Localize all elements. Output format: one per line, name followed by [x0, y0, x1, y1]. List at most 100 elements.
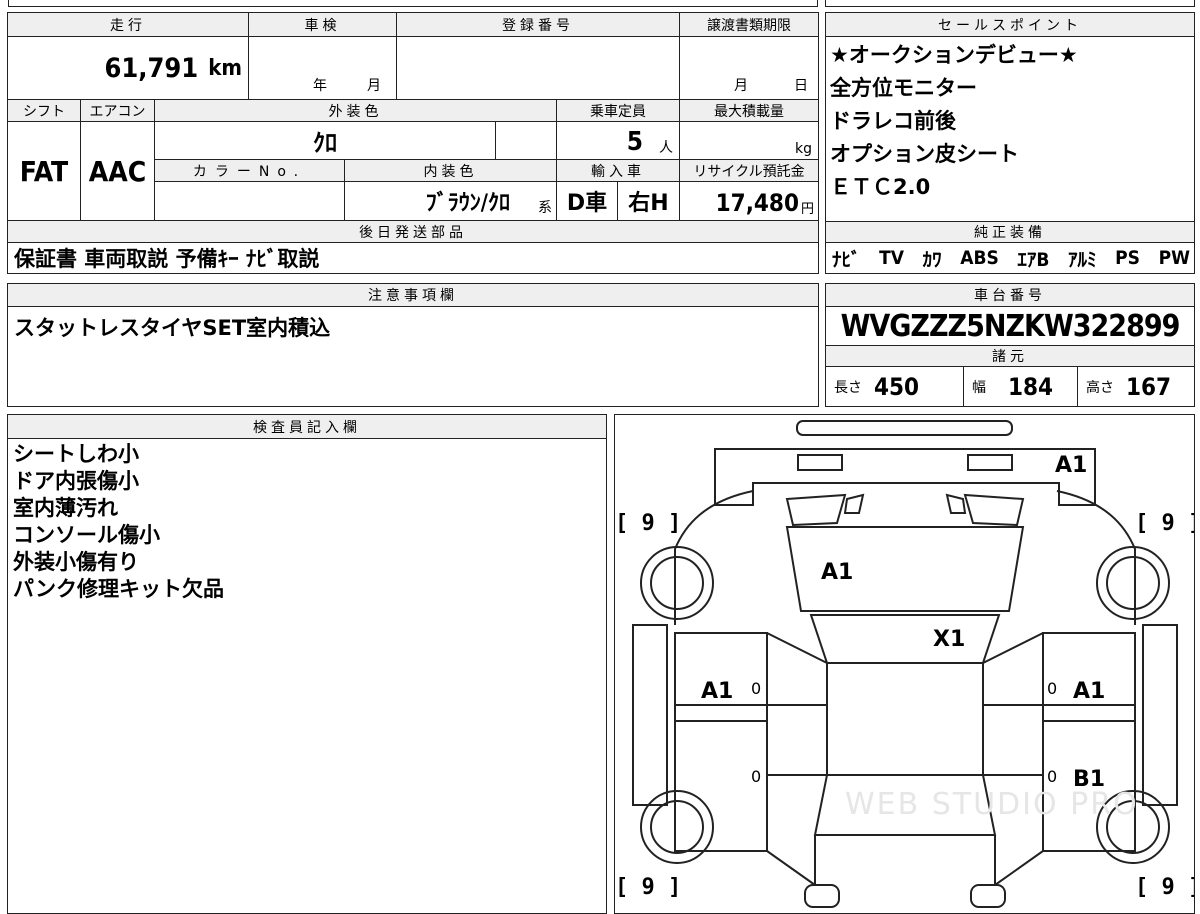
spec-width-cell: 幅 184 — [964, 367, 1078, 406]
exterior-color-value: ｸﾛ — [313, 129, 337, 157]
inspector-line: シートしわ小 — [13, 442, 139, 466]
chassis-panel: 車台番号 WVGZZZ5NZKW322899 諸元 長さ 450 幅 184 高… — [825, 283, 1195, 407]
recycle-cell: 17,480 円 — [680, 182, 818, 221]
mileage-header: 走行 — [8, 13, 249, 37]
mileage-unit: km — [208, 55, 242, 81]
color-no-header: カラーNo. — [155, 160, 345, 182]
door-zero-right-front: 0 — [1047, 679, 1058, 698]
capacity-value: 5 — [626, 127, 643, 157]
diagram-label-right-front-door: A1 — [1073, 679, 1106, 704]
mileage-cell: 61,791 km — [8, 37, 249, 100]
inspector-panel: 検査員記入欄 シートしわ小 ドア内張傷小 室内薄汚れ コンソール傷小 外装小傷有… — [7, 414, 607, 914]
exterior-color-header: 外装色 — [155, 100, 557, 122]
exterior-color-extra-cell — [496, 122, 557, 160]
tire-rating-rear-right: [ 9 ] — [1135, 511, 1195, 536]
watermark: WEB STUDIO PRO — [845, 787, 1139, 822]
spec-width-label: 幅 — [972, 379, 986, 396]
equipment-item: ｴｱB — [1017, 248, 1050, 271]
inspector-header: 検査員記入欄 — [8, 415, 606, 439]
max-load-header: 最大積載量 — [680, 100, 818, 122]
specs-header: 諸元 — [826, 345, 1194, 367]
standard-equipment-header: 純正装備 — [826, 221, 1194, 243]
notes-body: スタットレスタイヤSET室内積込 — [14, 312, 804, 342]
standard-equipment-list: ﾅﾋﾞ TV ｶﾜ ABS ｴｱB ｱﾙﾐ PS PW — [832, 243, 1190, 273]
recycle-unit: 円 — [800, 202, 814, 217]
interior-color-value: ﾌﾞﾗｳﾝ/ｸﾛ — [425, 191, 510, 216]
inspector-line: 外装小傷有り — [13, 550, 139, 574]
door-zero-left-front: 0 — [751, 679, 762, 698]
transfer-day: 日 — [794, 78, 808, 94]
aircon-cell: AAC — [81, 122, 155, 221]
inspector-line: パンク修理キット欠品 — [13, 577, 225, 601]
shift-value: FAT — [19, 154, 69, 188]
spec-height-value: 167 — [1126, 372, 1172, 401]
registration-header: 登録番号 — [397, 13, 680, 37]
sales-point-item: オプション皮シート — [830, 142, 1019, 166]
equipment-item: PS — [1115, 247, 1140, 269]
notes-panel: 注意事項欄 スタットレスタイヤSET室内積込 — [7, 283, 819, 407]
tire-rating-front-right: [ 9 ] — [1135, 875, 1195, 900]
sales-points-header: セールスポイント — [826, 13, 1194, 37]
transfer-month: 月 — [734, 78, 748, 94]
interior-color-cell: ﾌﾞﾗｳﾝ/ｸﾛ 系 — [345, 182, 557, 221]
sales-point-item: ★オークションデビュー★ — [830, 43, 1078, 67]
import-header: 輸入車 — [557, 160, 680, 182]
equipment-item: ABS — [960, 247, 999, 269]
capacity-header: 乗車定員 — [557, 100, 680, 122]
capacity-cell: 5 人 — [557, 122, 680, 160]
max-load-unit: kg — [795, 141, 812, 157]
capacity-unit: 人 — [659, 140, 673, 156]
spec-length-cell: 長さ 450 — [826, 367, 964, 406]
exterior-color-cell: ｸﾛ — [155, 122, 496, 160]
shift-cell: FAT — [8, 122, 81, 221]
spec-height-label: 高さ — [1086, 379, 1114, 396]
inspector-line: 室内薄汚れ — [13, 496, 118, 520]
max-load-cell: kg — [680, 122, 818, 160]
chassis-number-cell: WVGZZZ5NZKW322899 — [826, 307, 1194, 345]
notes-header: 注意事項欄 — [8, 284, 818, 307]
transfer-deadline-header: 譲渡書類期限 — [680, 13, 818, 37]
equipment-item: ｶﾜ — [922, 248, 942, 271]
equipment-item: TV — [879, 247, 905, 269]
spec-length-value: 450 — [874, 372, 920, 401]
tire-rating-rear-left: [ 9 ] — [615, 511, 682, 536]
car-outline-diagram — [632, 420, 1178, 908]
inspection-month: 月 — [367, 78, 381, 94]
import-h-cell: 右H — [618, 182, 680, 221]
condition-diagram: A1 A1 X1 A1 A1 B1 0 0 0 0 [ 9 ] [ 9 ] [ … — [614, 414, 1195, 914]
door-zero-right-rear: 0 — [1047, 767, 1058, 786]
inspector-line: ドア内張傷小 — [13, 469, 139, 493]
spec-height-cell: 高さ 167 — [1078, 367, 1194, 406]
vehicle-info-table: 走行 車検 登録番号 譲渡書類期限 61,791 km 年 月 月 日 シフト … — [7, 12, 819, 274]
tire-rating-front-left: [ 9 ] — [615, 875, 682, 900]
sales-points-list: ★オークションデビュー★ 全方位モニター ドラレコ前後 オプション皮シート ＥＴ… — [830, 39, 1190, 217]
color-no-cell — [155, 182, 345, 221]
diagram-label-rear-top: A1 — [1055, 453, 1088, 478]
mileage-value: 61,791 — [104, 52, 199, 84]
import-d-cell: D車 — [557, 182, 618, 221]
later-parts-header: 後日発送部品 — [8, 221, 818, 243]
later-parts-value: 保証書 車両取説 予備ｷｰ ﾅﾋﾞ取説 — [14, 247, 320, 271]
interior-color-header: 内装色 — [345, 160, 557, 182]
aircon-header: エアコン — [81, 100, 155, 122]
inspector-line: コンソール傷小 — [13, 523, 160, 547]
diagram-label-roof: X1 — [933, 627, 966, 652]
top-strip — [0, 0, 1200, 8]
registration-cell — [397, 37, 680, 100]
diagram-label-rear-window: A1 — [821, 560, 854, 585]
shift-header: シフト — [8, 100, 81, 122]
import-handle-value: 右H — [628, 191, 669, 216]
transfer-deadline-cell: 月 日 — [680, 37, 818, 100]
chassis-number: WVGZZZ5NZKW322899 — [840, 308, 1181, 344]
inspection-year: 年 — [313, 78, 327, 94]
recycle-header: リサイクル預託金 — [680, 160, 818, 182]
inspection-cell: 年 月 — [249, 37, 397, 100]
equipment-item: ﾅﾋﾞ — [832, 248, 861, 271]
import-drive-value: D車 — [566, 191, 608, 216]
notes-value: スタットレスタイヤSET室内積込 — [14, 316, 331, 340]
spec-length-label: 長さ — [834, 379, 862, 396]
aircon-value: AAC — [88, 154, 147, 188]
equipment-item: PW — [1158, 247, 1190, 269]
sales-point-item: 全方位モニター — [830, 76, 977, 100]
interior-color-suffix: 系 — [538, 200, 552, 216]
